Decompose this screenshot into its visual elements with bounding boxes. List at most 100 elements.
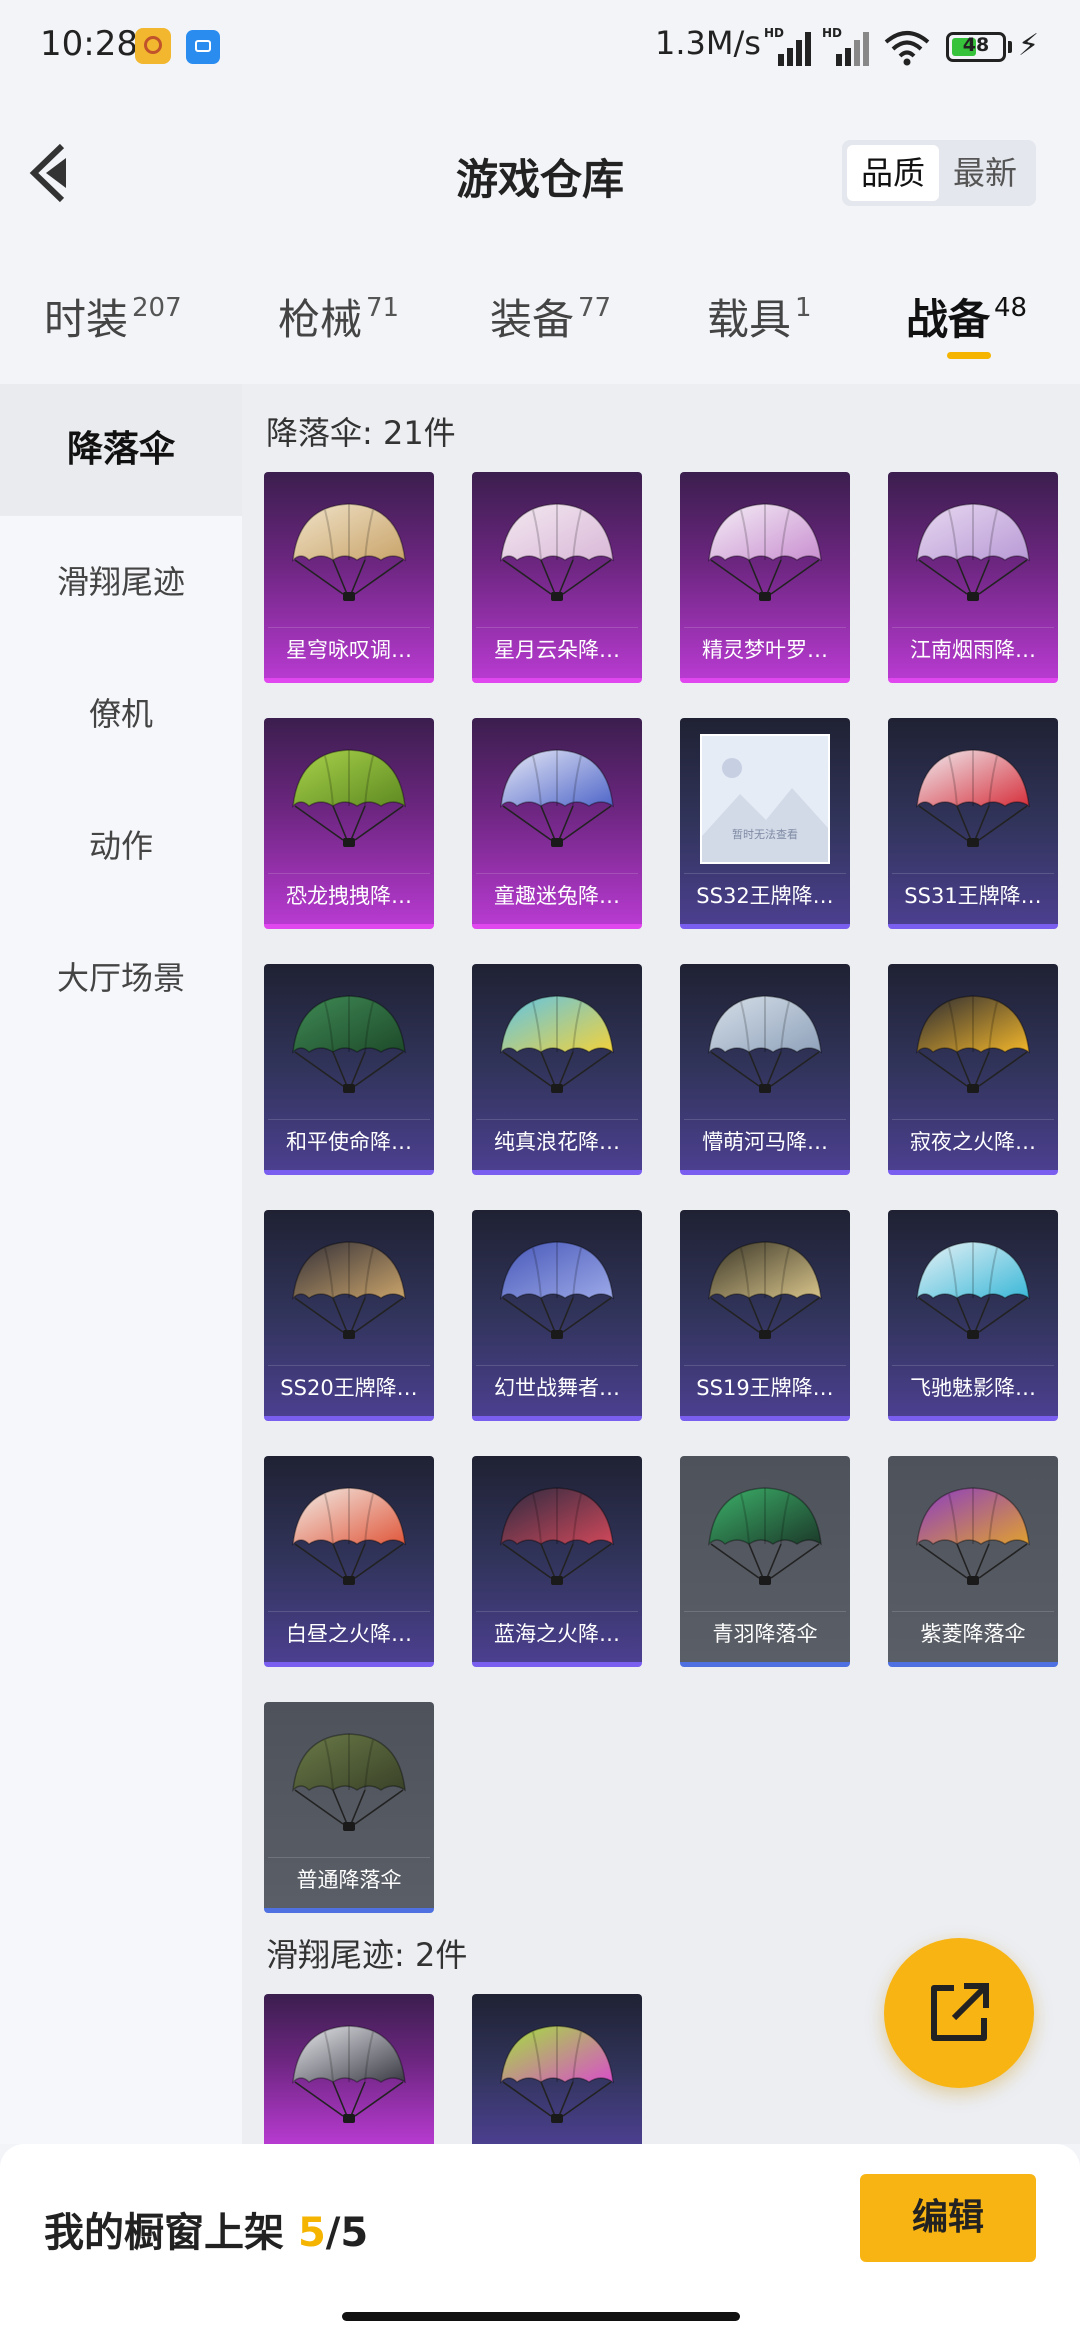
edit-button[interactable]: 编辑 (860, 2174, 1036, 2262)
item-grid: 降落伞: 21件 滑翔尾迹: 2件 星穹咏叹调… 星月云朵降… 精灵梦叶罗… 江南烟雨… (242, 384, 1080, 2144)
sidebar-item-parachute[interactable]: 降落伞 (0, 384, 242, 516)
item-name: 青羽降落伞 (684, 1611, 846, 1656)
item-card[interactable]: 幻世战舞者… (472, 1210, 642, 1421)
signal-icon: HD (764, 26, 816, 66)
parachute-icon (292, 1733, 406, 1831)
tab-label: 装备 (490, 295, 575, 344)
showcase-separator: / (325, 2210, 341, 2256)
status-bar: 10:28 1.3M/s HD HD 48 ⚡ (0, 0, 1080, 96)
item-name: 蓝海之火降… (476, 1611, 638, 1656)
item-name: 飞驰魅影降… (892, 1365, 1054, 1410)
item-card[interactable]: 童趣迷兔降… (472, 718, 642, 929)
item-card[interactable]: 星月云朵降… (472, 472, 642, 683)
parachute-icon (500, 503, 614, 601)
item-card[interactable]: 和平使命降… (264, 964, 434, 1175)
item-card[interactable]: 江南烟雨降… (888, 472, 1058, 683)
showcase-max: 5 (340, 2210, 369, 2256)
app-icon-blue-app (186, 30, 220, 64)
item-card[interactable]: SS19王牌降… (680, 1210, 850, 1421)
item-card[interactable]: 蓝海之火降… (472, 1456, 642, 1667)
item-card[interactable]: 青羽降落伞 (680, 1456, 850, 1667)
sidebar-item-wingman[interactable]: 僚机 (0, 648, 242, 780)
item-name: 星月云朵降… (476, 627, 638, 672)
sort-by-newest[interactable]: 最新 (939, 145, 1031, 201)
item-card[interactable]: 寂夜之火降… (888, 964, 1058, 1175)
wifi-icon (884, 31, 930, 66)
parachute-icon (916, 995, 1030, 1093)
battery-tip (1008, 41, 1012, 53)
parachute-icon (292, 1241, 406, 1339)
parachute-icon (292, 1487, 406, 1585)
sidebar-item-lobby-scene[interactable]: 大厅场景 (0, 912, 242, 1044)
item-card[interactable]: 星穹咏叹调… (264, 472, 434, 683)
status-time: 10:28 (40, 24, 138, 64)
sidebar-item-glide-trail[interactable]: 滑翔尾迹 (0, 516, 242, 648)
parachute-icon (708, 503, 822, 601)
item-name: 星穹咏叹调… (268, 627, 430, 672)
parachute-icon (708, 1487, 822, 1585)
item-card[interactable]: 精灵梦叶罗… (680, 472, 850, 683)
showcase-status: 我的橱窗上架 5/5 (44, 2200, 368, 2258)
image-placeholder: 暂时无法查看 (700, 734, 830, 864)
item-card[interactable]: 普通降落伞 (264, 1702, 434, 1913)
item-name: 江南烟雨降… (892, 627, 1054, 672)
item-name: SS19王牌降… (684, 1365, 846, 1410)
parachute-icon (500, 1487, 614, 1585)
item-card[interactable]: 飞驰魅影降… (888, 1210, 1058, 1421)
tab-vehicles[interactable]: 载具 1 (707, 286, 812, 356)
signal-icon: HD (822, 26, 874, 66)
sidebar-item-emote[interactable]: 动作 (0, 780, 242, 912)
sort-toggle: 品质 最新 (842, 140, 1036, 206)
battery-icon: 48 (946, 32, 1006, 62)
parachute-icon (916, 749, 1030, 847)
parachute-icon (500, 1241, 614, 1339)
tab-equipment[interactable]: 装备 77 (490, 286, 611, 356)
tab-weapons[interactable]: 枪械 71 (278, 286, 399, 356)
image-placeholder-icon (702, 758, 828, 862)
item-name: 懵萌河马降… (684, 1119, 846, 1164)
tab-count: 71 (366, 293, 400, 323)
parachute-icon (916, 503, 1030, 601)
tab-label: 载具 (707, 295, 792, 344)
item-card[interactable]: SS31王牌降… (888, 718, 1058, 929)
item-card[interactable] (264, 1994, 434, 2144)
network-speed: 1.3M/s (655, 24, 761, 62)
back-button[interactable] (22, 138, 82, 208)
share-icon (931, 1983, 989, 2041)
tab-label: 时装 (44, 295, 129, 344)
active-tab-indicator (947, 352, 991, 359)
item-card[interactable]: 恐龙拽拽降… (264, 718, 434, 929)
home-indicator[interactable] (342, 2312, 740, 2321)
parachute-icon (708, 1241, 822, 1339)
tab-label: 枪械 (278, 295, 363, 344)
showcase-label: 我的橱窗上架 (44, 2210, 298, 2256)
tab-label: 战备 (906, 295, 991, 344)
item-name: SS31王牌降… (892, 873, 1054, 918)
parachute-icon (292, 749, 406, 847)
item-card[interactable]: 白昼之火降… (264, 1456, 434, 1667)
sort-by-quality[interactable]: 品质 (847, 145, 939, 201)
showcase-current: 5 (297, 2210, 326, 2256)
item-card[interactable]: 懵萌河马降… (680, 964, 850, 1175)
item-card[interactable]: SS20王牌降… (264, 1210, 434, 1421)
item-name: 恐龙拽拽降… (268, 873, 430, 918)
parachute-icon (292, 995, 406, 1093)
parachute-icon (500, 995, 614, 1093)
item-card[interactable]: 紫菱降落伞 (888, 1456, 1058, 1667)
item-name: 白昼之火降… (268, 1611, 430, 1656)
tab-count: 77 (578, 293, 612, 323)
item-card[interactable] (472, 1994, 642, 2144)
item-name: 普通降落伞 (268, 1857, 430, 1902)
parachute-icon (500, 749, 614, 847)
tab-fashion[interactable]: 时装 207 (44, 286, 182, 356)
share-button[interactable] (884, 1938, 1034, 2088)
item-card[interactable]: 纯真浪花降… (472, 964, 642, 1175)
tab-count: 207 (132, 293, 182, 323)
section-title-parachute: 降落伞: 21件 (266, 414, 456, 452)
showcase-bar: 我的橱窗上架 5/5 编辑 (0, 2144, 1080, 2340)
item-name: 纯真浪花降… (476, 1119, 638, 1164)
placeholder-text: 暂时无法查看 (732, 828, 798, 841)
item-card[interactable]: 暂时无法查看 SS32王牌降… (680, 718, 850, 929)
sidebar: 降落伞 滑翔尾迹 僚机 动作 大厅场景 (0, 384, 242, 2144)
tab-combat-gear[interactable]: 战备 48 (906, 286, 1027, 356)
